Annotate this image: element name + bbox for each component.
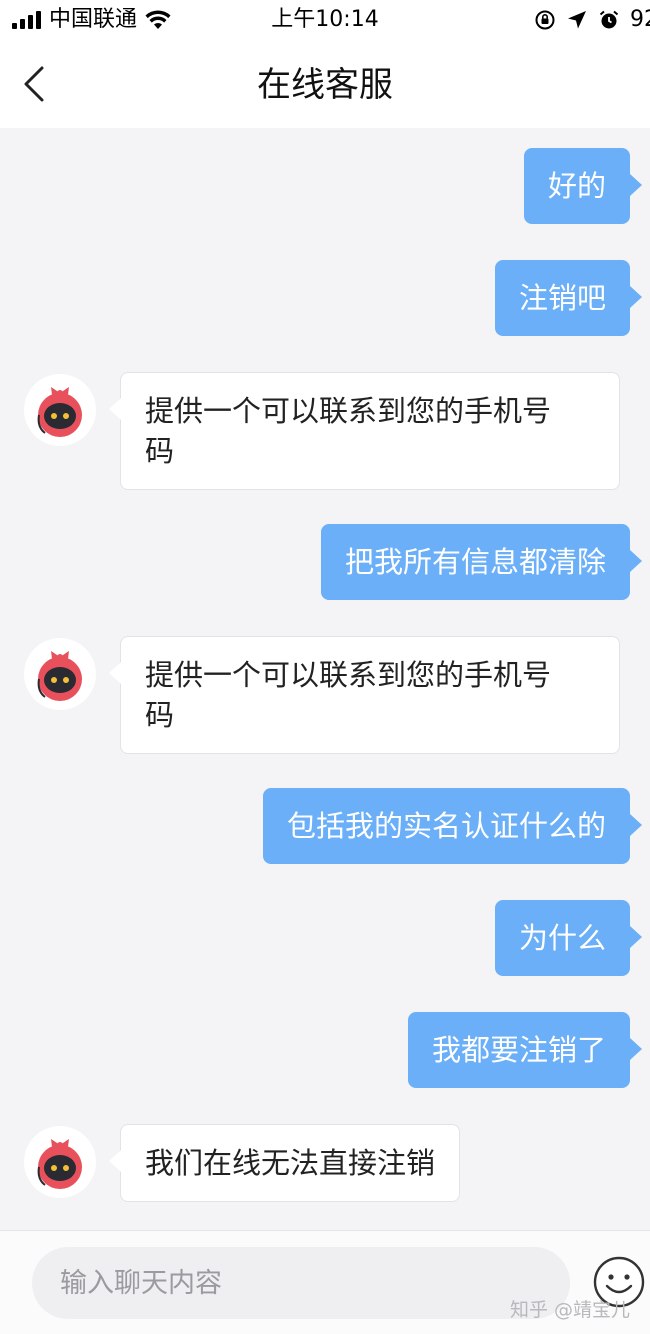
- message-outgoing: 我都要注销了: [407, 1012, 642, 1088]
- message-outgoing: 好的: [523, 148, 642, 224]
- bubble-tail: [630, 814, 642, 836]
- watermark: 知乎 @靖宝儿: [510, 1299, 631, 1321]
- message-outgoing: 注销吧: [494, 260, 642, 336]
- bubble-tail: [630, 174, 642, 196]
- chat-bubble[interactable]: 为什么: [494, 900, 630, 976]
- avatar[interactable]: [24, 638, 96, 710]
- nav-bar: 在线客服: [0, 42, 650, 128]
- avatar[interactable]: [24, 374, 96, 446]
- message-incoming: 提供一个可以联系到您的手机号 码: [109, 372, 620, 490]
- bubble-tail: [630, 1038, 642, 1060]
- bubble-line: 提供一个可以联系到您的手机号: [145, 658, 552, 692]
- chat-bubble[interactable]: 把我所有信息都清除: [320, 524, 630, 600]
- battery-level: 92: [630, 7, 650, 32]
- bubble-line: 码: [145, 698, 175, 732]
- message-incoming: 提供一个可以联系到您的手机号 码: [109, 636, 620, 754]
- bubble-line: 码: [145, 434, 175, 468]
- robot-avatar-icon: [37, 651, 82, 701]
- input-bar: 知乎 @靖宝儿: [0, 1230, 650, 1334]
- chat-bubble[interactable]: 包括我的实名认证什么的: [262, 788, 630, 864]
- alarm-icon: [599, 10, 619, 29]
- status-bar: 中国联通 上午10:14 92: [0, 0, 650, 42]
- page-title: 在线客服: [257, 65, 393, 105]
- bubble-tail: [109, 398, 121, 420]
- bubble-tail: [630, 286, 642, 308]
- chat-bubble[interactable]: 提供一个可以联系到您的手机号 码: [120, 372, 620, 490]
- chat-screen: 中国联通 上午10:14 92: [0, 0, 650, 1334]
- message-list[interactable]: 好的 注销吧 提供一个可以联系到您的手机号 码 把我所有信息都清除 提供一个可以…: [0, 128, 650, 1230]
- bubble-line: 提供一个可以联系到您的手机号: [145, 394, 552, 428]
- bubble-tail: [630, 926, 642, 948]
- message-incoming: 我们在线无法直接注销: [109, 1124, 461, 1202]
- bubble-tail: [109, 662, 121, 684]
- chat-bubble[interactable]: 我们在线无法直接注销: [120, 1124, 461, 1202]
- robot-avatar-icon: [37, 1139, 82, 1189]
- robot-avatar-icon: [37, 387, 82, 437]
- bubble-tail: [630, 550, 642, 572]
- avatar[interactable]: [24, 1126, 96, 1198]
- chat-input[interactable]: [32, 1247, 570, 1319]
- rotation-lock-icon: [535, 10, 555, 30]
- chat-bubble[interactable]: 注销吧: [494, 260, 630, 336]
- chat-bubble[interactable]: 提供一个可以联系到您的手机号 码: [120, 636, 620, 754]
- bubble-tail: [109, 1150, 121, 1172]
- message-outgoing: 包括我的实名认证什么的: [262, 788, 642, 864]
- chat-bubble[interactable]: 好的: [523, 148, 630, 224]
- status-right: 92: [534, 6, 650, 34]
- message-outgoing: 为什么: [494, 900, 642, 976]
- chat-bubble[interactable]: 我都要注销了: [407, 1012, 630, 1088]
- message-outgoing: 把我所有信息都清除: [320, 524, 642, 600]
- location-arrow-icon: [568, 11, 586, 29]
